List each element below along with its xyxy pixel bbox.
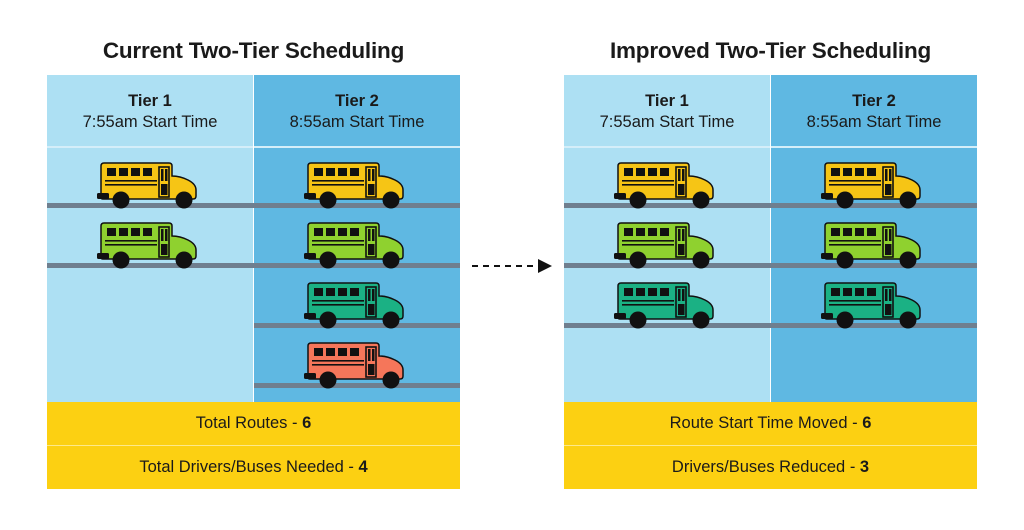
summary-total-routes: Total Routes - 6 <box>47 402 460 445</box>
summary-value: 4 <box>358 458 368 476</box>
tier-header: Tier 2 8:55am Start Time <box>254 75 460 148</box>
school-bus-icon <box>614 222 718 270</box>
summary-label: Total Routes - <box>195 414 303 432</box>
summary-drivers-needed: Total Drivers/Buses Needed - 4 <box>47 446 460 489</box>
school-bus-icon <box>821 222 925 270</box>
summary-routes-moved: Route Start Time Moved - 6 <box>564 402 977 445</box>
school-bus-icon <box>614 282 718 330</box>
tier-header: Tier 2 8:55am Start Time <box>771 75 977 148</box>
school-bus-icon <box>614 162 718 210</box>
school-bus-icon <box>821 282 925 330</box>
dashed-right-arrow-icon <box>472 259 552 273</box>
tier-name: Tier 1 <box>128 92 172 110</box>
summary-value: 6 <box>862 414 872 432</box>
schedule-grid: Tier 1 7:55am Start Time Tier 2 8:55am S… <box>47 75 460 402</box>
tier-name: Tier 2 <box>335 92 379 110</box>
summary-value: 6 <box>302 414 312 432</box>
school-bus-icon <box>304 222 408 270</box>
school-bus-icon <box>304 162 408 210</box>
school-bus-icon <box>97 162 201 210</box>
panel-title: Current Two-Tier Scheduling <box>102 38 405 63</box>
tier-start-time: 8:55am Start Time <box>806 113 942 131</box>
tier-header: Tier 1 7:55am Start Time <box>47 75 253 148</box>
tier-header: Tier 1 7:55am Start Time <box>564 75 770 148</box>
school-bus-icon <box>304 282 408 330</box>
tier-start-time: 7:55am Start Time <box>82 113 218 131</box>
summary-drivers-reduced: Drivers/Buses Reduced - 3 <box>564 446 977 489</box>
school-bus-icon <box>821 162 925 210</box>
summary-label: Total Drivers/Buses Needed - <box>139 458 359 476</box>
panel-title: Improved Two-Tier Scheduling <box>609 38 932 63</box>
summary-label: Drivers/Buses Reduced - <box>671 458 860 476</box>
tier-start-time: 8:55am Start Time <box>289 113 425 131</box>
tier-name: Tier 1 <box>645 92 689 110</box>
school-bus-icon <box>97 222 201 270</box>
tier-start-time: 7:55am Start Time <box>599 113 735 131</box>
summary-value: 3 <box>859 458 870 476</box>
tier-name: Tier 2 <box>852 92 896 110</box>
school-bus-icon <box>304 342 408 390</box>
schedule-grid: Tier 1 7:55am Start Time Tier 2 8:55am S… <box>564 75 977 402</box>
summary-label: Route Start Time Moved - <box>669 414 863 432</box>
